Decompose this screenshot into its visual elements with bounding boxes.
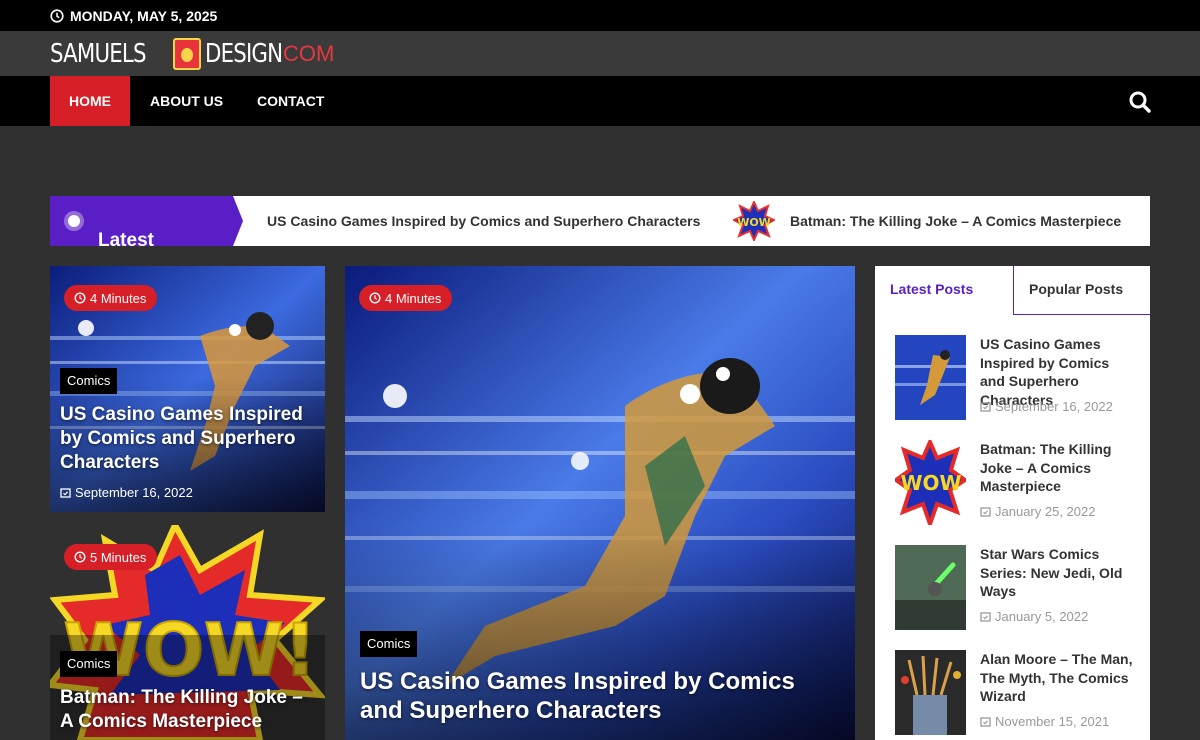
wow-thumbnail[interactable]: WOW <box>733 201 775 241</box>
post-card[interactable]: 4 Minutes Comics US Casino Games Inspire… <box>50 266 325 512</box>
post-date-text: November 15, 2021 <box>995 714 1110 729</box>
post-title[interactable]: US Casino Games Inspired by Comics and S… <box>980 335 1135 409</box>
site-logo[interactable]: SAMUELS DESIGN .COM <box>50 37 334 71</box>
header: SAMUELS DESIGN .COM <box>0 31 1200 76</box>
post-title[interactable]: US Casino Games Inspired by Comics and S… <box>60 403 315 475</box>
post-title[interactable]: Batman: The Killing Joke – A Comics Mast… <box>980 440 1135 496</box>
ticker-item[interactable]: Batman: The Killing Joke – A Comics Mast… <box>790 213 1121 229</box>
category-tag[interactable]: Comics <box>60 368 118 394</box>
list-item[interactable]: US Casino Games Inspired by Comics and S… <box>895 335 1135 425</box>
category-tag[interactable]: Comics <box>60 651 118 677</box>
news-ticker: Latest News: US Casino Games Inspired by… <box>50 196 1150 246</box>
read-time-badge: 5 Minutes <box>64 544 158 570</box>
post-thumbnail <box>895 545 966 630</box>
post-date-text: January 5, 2022 <box>995 609 1089 624</box>
logo-tld: .COM <box>276 41 335 66</box>
nav-home[interactable]: HOME <box>50 76 130 126</box>
clock-icon <box>74 551 86 563</box>
post-title[interactable]: US Casino Games Inspired by Comics and S… <box>360 667 840 725</box>
top-date-bar: MONDAY, MAY 5, 2025 <box>0 0 1200 31</box>
current-date: MONDAY, MAY 5, 2025 <box>50 8 217 24</box>
date-text: MONDAY, MAY 5, 2025 <box>70 8 218 24</box>
post-card[interactable]: WOW! 5 Minutes Comics Batman: The Killin… <box>50 525 325 740</box>
post-date: November 15, 2021 <box>980 714 1109 729</box>
post-title[interactable]: Batman: The Killing Joke – A Comics Mast… <box>60 686 315 734</box>
calendar-icon <box>60 488 71 498</box>
svg-text:WOW: WOW <box>737 216 771 229</box>
post-date: September 16, 2022 <box>980 399 1113 414</box>
logo-mark-icon <box>172 38 201 70</box>
clock-icon <box>369 292 381 304</box>
logo-word-left: SAMUELS <box>50 39 146 69</box>
ticker-label: Latest News: <box>98 230 154 246</box>
post-date-text: January 25, 2022 <box>995 504 1096 519</box>
calendar-icon <box>980 612 991 622</box>
read-time-text: 4 Minutes <box>385 290 442 306</box>
clock-icon <box>50 9 64 23</box>
tab-latest-posts[interactable]: Latest Posts <box>875 266 1013 315</box>
featured-post-card[interactable]: 4 Minutes Comics US Casino Games Inspire… <box>345 266 855 740</box>
post-date: January 25, 2022 <box>980 504 1095 519</box>
nav-about-us[interactable]: ABOUT US <box>150 76 223 126</box>
category-tag[interactable]: Comics <box>360 631 418 657</box>
post-title[interactable]: Alan Moore – The Man, The Myth, The Comi… <box>980 650 1135 706</box>
read-time-badge: 4 Minutes <box>359 285 453 311</box>
list-item[interactable]: Alan Moore – The Man, The Myth, The Comi… <box>895 650 1135 740</box>
ticker-label-box: Latest News: <box>50 196 233 246</box>
calendar-icon <box>980 507 991 517</box>
live-dot-icon <box>68 215 80 227</box>
post-date: January 5, 2022 <box>980 609 1088 624</box>
tab-popular-posts[interactable]: Popular Posts <box>1013 266 1150 315</box>
post-date-text: September 16, 2022 <box>75 485 193 500</box>
nav-contact[interactable]: CONTACT <box>257 76 324 126</box>
svg-text:WOW: WOW <box>900 471 961 495</box>
calendar-icon <box>980 402 991 412</box>
list-item[interactable]: WOW Batman: The Killing Joke – A Comics … <box>895 440 1135 530</box>
post-thumbnail: WOW <box>895 440 966 525</box>
post-date-text: September 16, 2022 <box>995 399 1113 414</box>
ticker-item[interactable]: US Casino Games Inspired by Comics and S… <box>267 213 700 229</box>
post-title[interactable]: Star Wars Comics Series: New Jedi, Old W… <box>980 545 1135 601</box>
search-icon[interactable] <box>1128 90 1152 114</box>
post-tabs: Latest Posts Popular Posts <box>875 266 1150 315</box>
read-time-text: 4 Minutes <box>90 290 147 306</box>
clock-icon <box>74 292 86 304</box>
sidebar-widget: Latest Posts Popular Posts US Casino Gam… <box>875 266 1150 740</box>
list-item[interactable]: Star Wars Comics Series: New Jedi, Old W… <box>895 545 1135 635</box>
post-thumbnail <box>895 335 966 420</box>
ticker-arrow <box>233 196 243 246</box>
read-time-text: 5 Minutes <box>90 549 147 565</box>
post-thumbnail <box>895 650 966 735</box>
logo-word-right: DESIGN <box>204 39 283 69</box>
post-date: September 16, 2022 <box>60 485 193 500</box>
calendar-icon <box>980 717 991 727</box>
read-time-badge: 4 Minutes <box>64 285 158 311</box>
main-nav: HOME ABOUT US CONTACT <box>0 76 1200 126</box>
